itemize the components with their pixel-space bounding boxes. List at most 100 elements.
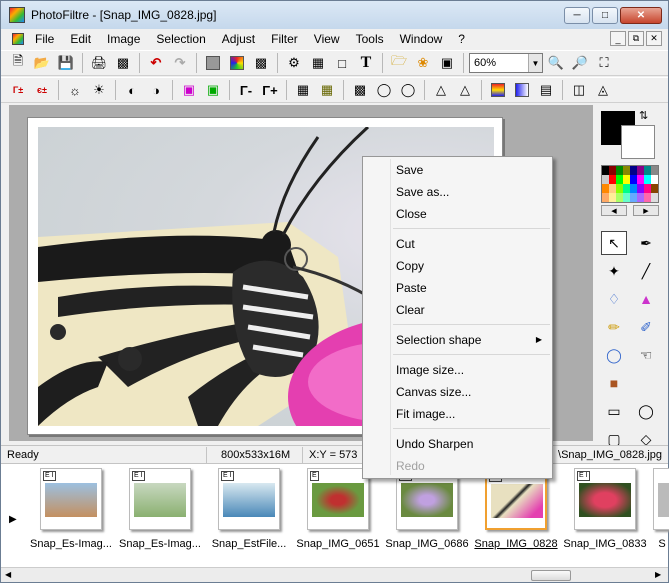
texture-icon[interactable]: ▩ xyxy=(349,79,371,101)
maximize-button[interactable]: □ xyxy=(592,7,618,24)
ctx-image-size[interactable]: Image size... xyxy=(363,359,552,381)
brush-tool-icon[interactable]: ✏ xyxy=(601,315,627,339)
stamp-tool-icon[interactable]: ■ xyxy=(601,371,627,395)
zoom-select[interactable]: 60% ▼ xyxy=(469,53,543,73)
text-tool-icon[interactable]: T xyxy=(355,52,377,74)
open-folder-icon[interactable]: 📂 xyxy=(31,52,53,74)
contrast-up-icon[interactable]: ◑ xyxy=(145,79,167,101)
thumbnail-item[interactable]: E I Snap_EstFile... xyxy=(207,468,291,550)
finger-tool-icon[interactable]: ☜ xyxy=(633,343,659,367)
redo-icon[interactable]: ↷ xyxy=(169,52,191,74)
grayscale-icon[interactable] xyxy=(202,52,224,74)
preferences-icon[interactable]: ▣ xyxy=(436,52,458,74)
zoom-in-icon[interactable]: 🔍 xyxy=(545,52,567,74)
ctx-paste[interactable]: Paste xyxy=(363,277,552,299)
menu-help[interactable]: ? xyxy=(450,32,473,46)
menu-window[interactable]: Window xyxy=(392,32,451,46)
batch-icon[interactable]: ▦ xyxy=(307,52,329,74)
rectangle-select-icon[interactable]: ▭ xyxy=(601,399,627,423)
ctx-copy[interactable]: Copy xyxy=(363,255,552,277)
print-icon[interactable]: 🖨 xyxy=(88,52,110,74)
frame-icon[interactable]: ▤ xyxy=(535,79,557,101)
thumbnail-item[interactable]: E Snap_IMG_0651 xyxy=(296,468,380,550)
palette-prev-icon[interactable]: ◀ xyxy=(601,205,627,216)
menu-view[interactable]: View xyxy=(306,32,348,46)
brightness-down-icon[interactable]: ☼ xyxy=(64,79,86,101)
background-color-swatch[interactable] xyxy=(621,125,655,159)
lighten-icon[interactable]: △ xyxy=(430,79,452,101)
undo-icon[interactable]: ↶ xyxy=(145,52,167,74)
gradient-fill-icon[interactable] xyxy=(511,79,533,101)
doc-minimize-button[interactable]: _ xyxy=(610,31,626,46)
ctx-selection-shape[interactable]: Selection shape ▶ xyxy=(363,329,552,351)
ctx-save-as[interactable]: Save as... xyxy=(363,181,552,203)
gamma-auto-increase-icon[interactable]: Γ± xyxy=(7,79,29,101)
saturation-down-icon[interactable]: ▣ xyxy=(178,79,200,101)
color-palette[interactable] xyxy=(601,165,659,203)
menu-file[interactable]: File xyxy=(27,32,62,46)
paint-bucket-tool-icon[interactable]: ♢ xyxy=(601,287,627,311)
palette-next-icon[interactable]: ▶ xyxy=(633,205,659,216)
swap-colors-icon[interactable]: ⇅ xyxy=(639,109,648,122)
doc-restore-button[interactable]: ⧉ xyxy=(628,31,644,46)
explorer-icon[interactable]: 🗁 xyxy=(388,52,410,74)
menu-filter[interactable]: Filter xyxy=(263,32,306,46)
ctx-fit-image[interactable]: Fit image... xyxy=(363,403,552,425)
ctx-clear[interactable]: Clear xyxy=(363,299,552,321)
thumbnail-item[interactable]: E I Snap_Es-Imag... xyxy=(29,468,113,550)
scroll-right-icon[interactable]: ▶ xyxy=(655,570,661,579)
scanner-icon[interactable]: ▩ xyxy=(112,52,134,74)
ctx-cut[interactable]: Cut xyxy=(363,233,552,255)
darken-icon[interactable]: △ xyxy=(454,79,476,101)
thumbnail-item[interactable]: E I Snap_Es-Imag... xyxy=(118,468,202,550)
thumbnail-item-selected[interactable]: E I Snap_IMG_0828 xyxy=(474,468,558,550)
filmstrip-play-icon[interactable]: ▶ xyxy=(9,514,17,525)
sharpen-grid-icon[interactable]: ▦ xyxy=(316,79,338,101)
automate-icon[interactable]: ⚙ xyxy=(283,52,305,74)
gamma-up-icon[interactable]: Γ+ xyxy=(259,79,281,101)
scroll-left-icon[interactable]: ◀ xyxy=(5,570,11,579)
blur-tool-icon[interactable]: ◯ xyxy=(601,343,627,367)
flip-vertical-icon[interactable]: ◬ xyxy=(592,79,614,101)
gamma-down-icon[interactable]: Γ- xyxy=(235,79,257,101)
levels-auto-icon[interactable]: є± xyxy=(31,79,53,101)
filmstrip-scrollbar[interactable]: ◀ ▶ xyxy=(1,567,668,582)
transparency-icon[interactable]: ▩ xyxy=(250,52,272,74)
advanced-brush-tool-icon[interactable]: ✐ xyxy=(633,315,659,339)
selection-rect-icon[interactable]: □ xyxy=(331,52,353,74)
ellipse-select-icon[interactable]: ◯ xyxy=(633,399,659,423)
zoom-out-icon[interactable]: 🔎 xyxy=(569,52,591,74)
close-button[interactable]: ✕ xyxy=(620,7,662,24)
minimize-button[interactable]: ─ xyxy=(564,7,590,24)
document-icon[interactable] xyxy=(9,31,27,47)
color-mode-icon[interactable] xyxy=(226,52,248,74)
thumbnail-item[interactable]: E I Snap_IMG_0833 xyxy=(563,468,647,550)
new-file-icon[interactable]: 🗎 xyxy=(7,52,29,74)
pointer-tool-icon[interactable]: ↖ xyxy=(601,231,627,255)
save-disk-icon[interactable]: 💾 xyxy=(55,52,77,74)
flip-horizontal-icon[interactable]: ◫ xyxy=(568,79,590,101)
menu-image[interactable]: Image xyxy=(99,32,148,46)
ctx-close[interactable]: Close xyxy=(363,203,552,225)
menu-selection[interactable]: Selection xyxy=(148,32,213,46)
menu-adjust[interactable]: Adjust xyxy=(214,32,263,46)
ctx-save[interactable]: Save xyxy=(363,159,552,181)
saturation-up-icon[interactable]: ▣ xyxy=(202,79,224,101)
gradient-icon[interactable] xyxy=(487,79,509,101)
eyedropper-tool-icon[interactable]: ✒ xyxy=(633,231,659,255)
doc-close-button[interactable]: ✕ xyxy=(646,31,662,46)
soften-drop-icon[interactable]: ◯ xyxy=(373,79,395,101)
scroll-thumb[interactable] xyxy=(531,570,571,581)
fit-screen-icon[interactable]: ⛶ xyxy=(593,52,615,74)
magic-wand-tool-icon[interactable]: ✦ xyxy=(601,259,627,283)
ctx-canvas-size[interactable]: Canvas size... xyxy=(363,381,552,403)
ctx-undo-sharpen[interactable]: Undo Sharpen xyxy=(363,433,552,455)
thumbnail-item[interactable]: S xyxy=(652,468,669,550)
thumbnail-item[interactable]: E I Snap_IMG_0686 xyxy=(385,468,469,550)
brightness-up-icon[interactable]: ☀ xyxy=(88,79,110,101)
spray-tool-icon[interactable]: ▲ xyxy=(633,287,659,311)
plugins-icon[interactable]: ❀ xyxy=(412,52,434,74)
menu-tools[interactable]: Tools xyxy=(348,32,392,46)
sharpen-drop-icon[interactable]: ◯ xyxy=(397,79,419,101)
menu-edit[interactable]: Edit xyxy=(62,32,99,46)
